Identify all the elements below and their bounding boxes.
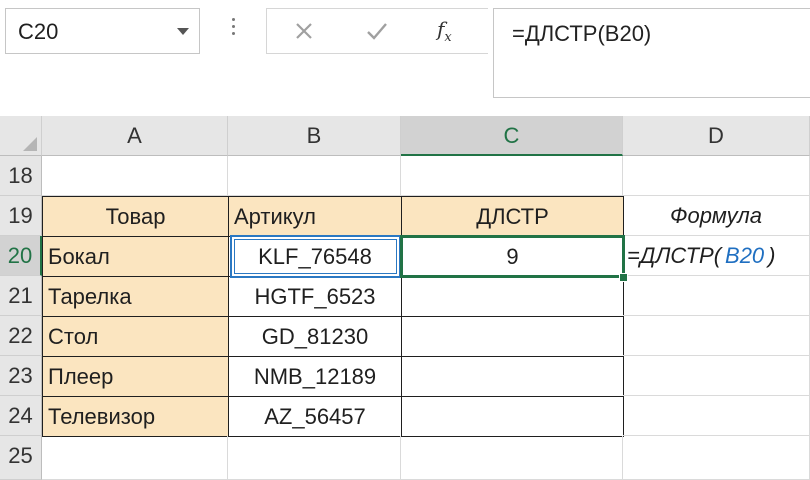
cell-a21[interactable]: Тарелка <box>42 276 229 317</box>
cell-b20[interactable]: KLF_76548 <box>228 236 402 277</box>
name-box-dropdown-icon[interactable] <box>177 28 189 35</box>
cell-a20[interactable]: Бокал <box>42 236 229 277</box>
row-header-23[interactable]: 23 <box>0 356 42 396</box>
cancel-x-icon[interactable] <box>289 16 319 46</box>
fill-handle[interactable] <box>619 273 628 282</box>
formula-buttons: fx <box>266 8 488 54</box>
row-header-19[interactable]: 19 <box>0 196 42 236</box>
insert-function-fx-icon[interactable]: fx <box>437 17 452 45</box>
annotation-formula-prefix: =ДЛСТР( <box>627 243 722 268</box>
column-header-c[interactable]: C <box>401 116 623 156</box>
cell-a22[interactable]: Стол <box>42 316 229 357</box>
cell-d23[interactable] <box>623 356 810 396</box>
cell-b18[interactable] <box>228 156 401 196</box>
grip-dots-icon[interactable] <box>229 14 237 44</box>
name-box[interactable]: C20 <box>5 8 200 54</box>
cell-a23[interactable]: Плеер <box>42 356 229 397</box>
cell-d19-label[interactable]: Формула <box>623 196 810 236</box>
cell-c24[interactable] <box>401 396 624 437</box>
annotation-formula-suffix: ) <box>768 243 776 268</box>
cell-c23[interactable] <box>401 356 624 397</box>
column-header-a[interactable]: A <box>42 116 228 156</box>
cell-a25[interactable] <box>42 436 228 480</box>
spreadsheet-grid: A B C D 18 19 20 21 22 23 24 25 Товар Ар… <box>0 112 810 480</box>
cell-b23[interactable]: NMB_12189 <box>228 356 402 397</box>
cell-c22[interactable] <box>401 316 624 357</box>
cell-d25[interactable] <box>623 436 810 480</box>
cell-b19-header[interactable]: Артикул <box>228 196 402 237</box>
name-box-value: C20 <box>18 19 59 44</box>
cell-b21[interactable]: HGTF_6523 <box>228 276 402 317</box>
cell-d22[interactable] <box>623 316 810 356</box>
cell-d24[interactable] <box>623 396 810 436</box>
cell-d18[interactable] <box>623 156 810 196</box>
cell-c25[interactable] <box>401 436 623 480</box>
select-all-corner[interactable] <box>0 116 42 156</box>
formula-text: =ДЛСТР(B20) <box>512 21 652 46</box>
row-header-24[interactable]: 24 <box>0 396 42 436</box>
cell-d21[interactable] <box>623 276 810 316</box>
column-header-b[interactable]: B <box>228 116 401 156</box>
cell-b22[interactable]: GD_81230 <box>228 316 402 357</box>
cell-a19-header[interactable]: Товар <box>42 196 229 237</box>
cell-c19-header[interactable]: ДЛСТР <box>401 196 624 237</box>
row-header-20[interactable]: 20 <box>0 236 42 276</box>
cell-d20-formula[interactable]: =ДЛСТР(B20) <box>623 236 810 276</box>
column-header-d[interactable]: D <box>623 116 810 156</box>
annotation-formula-ref: B20 <box>725 243 765 268</box>
cell-c18[interactable] <box>401 156 623 196</box>
cell-a18[interactable] <box>42 156 228 196</box>
row-header-25[interactable]: 25 <box>0 436 42 480</box>
cell-b24[interactable]: AZ_56457 <box>228 396 402 437</box>
cell-c21[interactable] <box>401 276 624 317</box>
formula-input[interactable]: =ДЛСТР(B20) <box>493 8 810 98</box>
row-header-21[interactable]: 21 <box>0 276 42 316</box>
cell-a24[interactable]: Телевизор <box>42 396 229 437</box>
cell-c20[interactable]: 9 <box>401 236 624 277</box>
enter-check-icon[interactable] <box>362 16 392 46</box>
row-header-22[interactable]: 22 <box>0 316 42 356</box>
cell-b25[interactable] <box>228 436 401 480</box>
formula-bar-area: C20 fx =ДЛСТР(B20) <box>0 0 810 112</box>
row-header-18[interactable]: 18 <box>0 156 42 196</box>
